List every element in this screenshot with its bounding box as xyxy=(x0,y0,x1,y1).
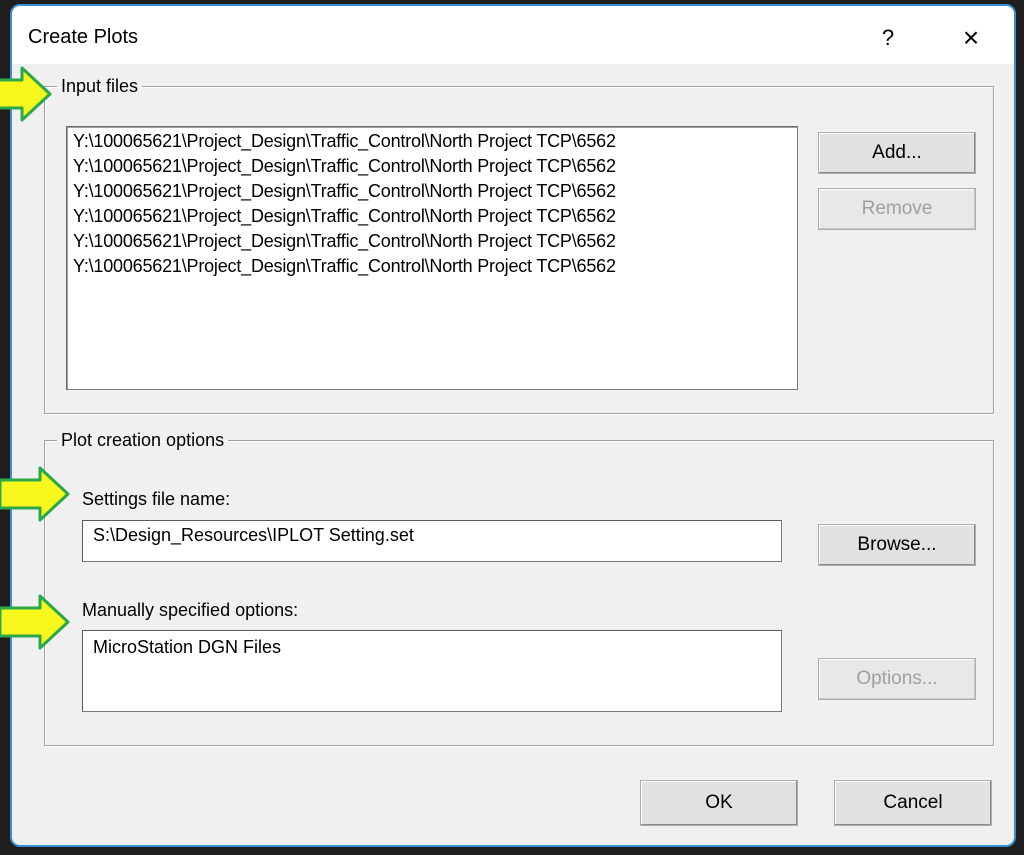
annotation-arrow xyxy=(0,66,52,122)
manual-options-label: Manually specified options: xyxy=(82,600,299,620)
list-item[interactable]: Y:\100065621\Project_Design\Traffic_Cont… xyxy=(67,204,797,229)
annotation-arrow xyxy=(0,466,70,522)
annotation-arrow xyxy=(0,594,70,650)
remove-button[interactable]: Remove xyxy=(818,188,976,230)
create-plots-dialog: Create Plots ? × Input files Y:\10006562… xyxy=(10,4,1016,847)
title-bar: Create Plots ? × xyxy=(12,6,1014,64)
ok-button[interactable]: OK xyxy=(640,780,798,826)
list-item[interactable]: Y:\100065621\Project_Design\Traffic_Cont… xyxy=(67,179,797,204)
browse-button[interactable]: Browse... xyxy=(818,524,976,566)
dialog-title: Create Plots xyxy=(28,26,139,48)
help-button[interactable]: ? xyxy=(868,20,908,56)
list-item[interactable]: Y:\100065621\Project_Design\Traffic_Cont… xyxy=(67,229,797,254)
options-button[interactable]: Options... xyxy=(818,658,976,700)
add-button[interactable]: Add... xyxy=(818,132,976,174)
list-item[interactable]: Y:\100065621\Project_Design\Traffic_Cont… xyxy=(67,129,797,154)
cancel-button[interactable]: Cancel xyxy=(834,780,992,826)
input-files-list[interactable]: Y:\100065621\Project_Design\Traffic_Cont… xyxy=(66,126,798,390)
plot-creation-options-legend: Plot creation options xyxy=(61,430,225,450)
manual-options-field[interactable]: MicroStation DGN Files xyxy=(82,630,782,712)
settings-file-field[interactable]: S:\Design_Resources\IPLOT Setting.set xyxy=(82,520,782,562)
list-item[interactable]: Y:\100065621\Project_Design\Traffic_Cont… xyxy=(67,254,797,279)
list-item[interactable]: Y:\100065621\Project_Design\Traffic_Cont… xyxy=(67,154,797,179)
input-files-legend: Input files xyxy=(61,76,139,96)
close-button[interactable]: × xyxy=(948,20,994,56)
settings-file-label: Settings file name: xyxy=(82,489,231,509)
